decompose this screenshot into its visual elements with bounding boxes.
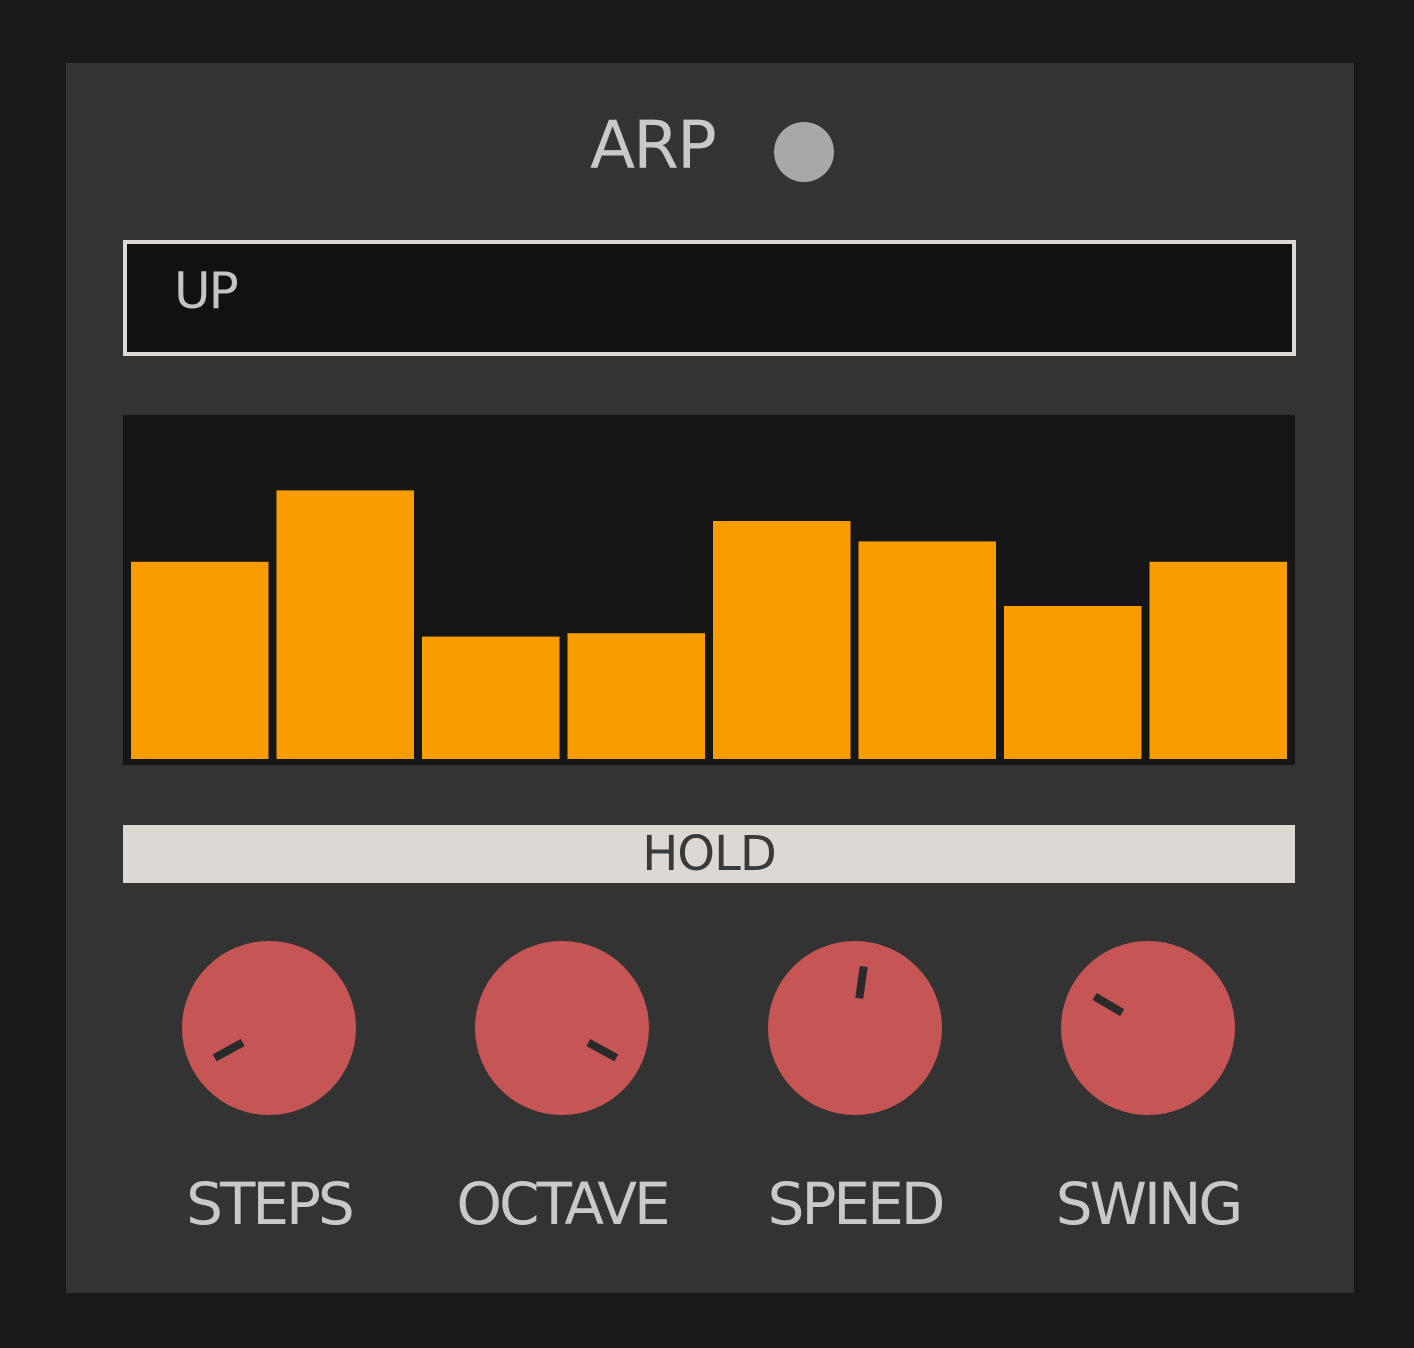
arp-title: ARP bbox=[590, 107, 717, 184]
step-bar-7[interactable] bbox=[1004, 606, 1142, 759]
steps-knob-graphic bbox=[182, 941, 356, 1115]
step-bar-3[interactable] bbox=[422, 636, 560, 759]
arp-header: ARP bbox=[66, 63, 1354, 182]
speed-knob-graphic bbox=[768, 941, 942, 1115]
step-bar-8[interactable] bbox=[1149, 561, 1288, 759]
swing-knob-body bbox=[1061, 941, 1235, 1115]
speed-knob[interactable] bbox=[767, 940, 943, 1116]
arp-mode-select[interactable]: UP bbox=[123, 240, 1296, 356]
step-bar-6[interactable] bbox=[858, 541, 997, 759]
step-bars-svg bbox=[131, 490, 1288, 759]
hold-button[interactable]: HOLD bbox=[123, 825, 1295, 883]
plugin-frame: ARP UP HOLD STEPS OCTAVE SPEED SWING bbox=[0, 0, 1414, 1348]
hold-label: HOLD bbox=[642, 826, 777, 882]
arp-panel: ARP UP HOLD STEPS OCTAVE SPEED SWING bbox=[66, 63, 1354, 1293]
step-bar-1[interactable] bbox=[131, 561, 269, 759]
speed-knob-pointer bbox=[855, 966, 868, 999]
step-bar-2[interactable] bbox=[276, 490, 415, 759]
arp-power-led[interactable] bbox=[774, 122, 834, 182]
octave-label: OCTAVE bbox=[456, 1170, 670, 1238]
swing-knob[interactable] bbox=[1060, 940, 1236, 1116]
speed-knob-body bbox=[768, 941, 942, 1115]
steps-label: STEPS bbox=[186, 1170, 355, 1238]
steps-knob-body bbox=[182, 941, 356, 1115]
octave-knob[interactable] bbox=[474, 940, 650, 1116]
steps-knob[interactable] bbox=[181, 940, 357, 1116]
octave-knob-body bbox=[475, 941, 649, 1115]
step-sequencer-grid[interactable] bbox=[123, 415, 1295, 765]
arp-mode-value: UP bbox=[174, 262, 239, 320]
swing-label: SWING bbox=[1055, 1170, 1244, 1238]
octave-knob-graphic bbox=[475, 941, 649, 1115]
speed-label: SPEED bbox=[767, 1170, 946, 1238]
step-bar-5[interactable] bbox=[713, 521, 851, 759]
step-bar-4[interactable] bbox=[567, 633, 706, 759]
swing-knob-graphic bbox=[1061, 941, 1235, 1115]
